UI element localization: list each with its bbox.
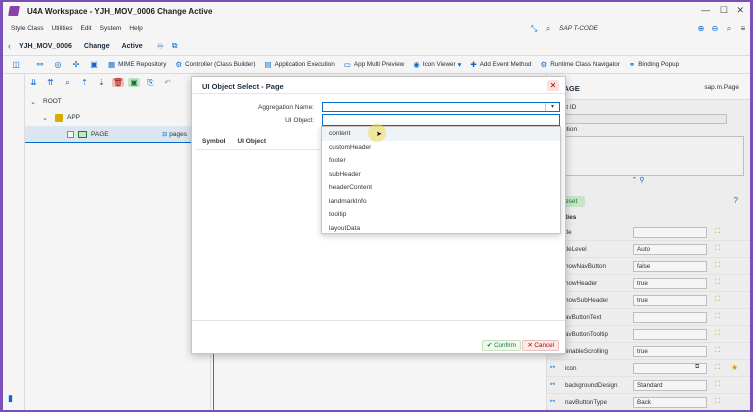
column-ui-object[interactable]: UI Object: [237, 138, 266, 145]
aggregation-name-label: Aggregation Name:: [257, 104, 314, 111]
object-table-header: Symbol UI Object: [202, 133, 322, 150]
ui-object-label: UI Object:: [285, 117, 314, 124]
aggregation-dropdown-list: content customHeader footer subHeader he…: [321, 126, 561, 234]
dialog-footer: ✔ Confirm ✕ Cancel: [192, 338, 565, 353]
dropdown-option-tooltip[interactable]: tooltip: [322, 208, 560, 222]
cancel-button[interactable]: ✕ Cancel: [522, 340, 559, 351]
footer-divider: [192, 320, 565, 321]
close-icon[interactable]: ✕: [547, 80, 559, 91]
mouse-cursor-icon: ➤: [376, 131, 382, 138]
dropdown-option-sub-header[interactable]: subHeader: [322, 168, 560, 182]
check-icon: ✔: [486, 342, 494, 349]
dropdown-option-landmark-info[interactable]: landmarkInfo: [322, 195, 560, 209]
dropdown-option-custom-header[interactable]: customHeader: [322, 141, 560, 155]
aggregation-name-select[interactable]: ▾: [322, 102, 560, 112]
dialog-header: UI Object Select - Page ✕: [192, 77, 565, 94]
dropdown-option-layout-data[interactable]: layoutData: [322, 222, 560, 236]
chevron-down-icon[interactable]: ▾: [545, 103, 559, 111]
column-symbol[interactable]: Symbol: [202, 138, 225, 145]
table-divider: [196, 149, 321, 150]
confirm-button[interactable]: ✔ Confirm: [481, 340, 521, 351]
dropdown-option-footer[interactable]: footer: [322, 154, 560, 168]
dropdown-option-header-content[interactable]: headerContent: [322, 181, 560, 195]
ui-object-input[interactable]: [322, 114, 560, 126]
dialog-title: UI Object Select - Page: [202, 82, 284, 91]
dropdown-option-content[interactable]: content: [322, 127, 560, 141]
app-window: U4A Workspace - YJH_MOV_0006 Change Acti…: [3, 2, 750, 410]
